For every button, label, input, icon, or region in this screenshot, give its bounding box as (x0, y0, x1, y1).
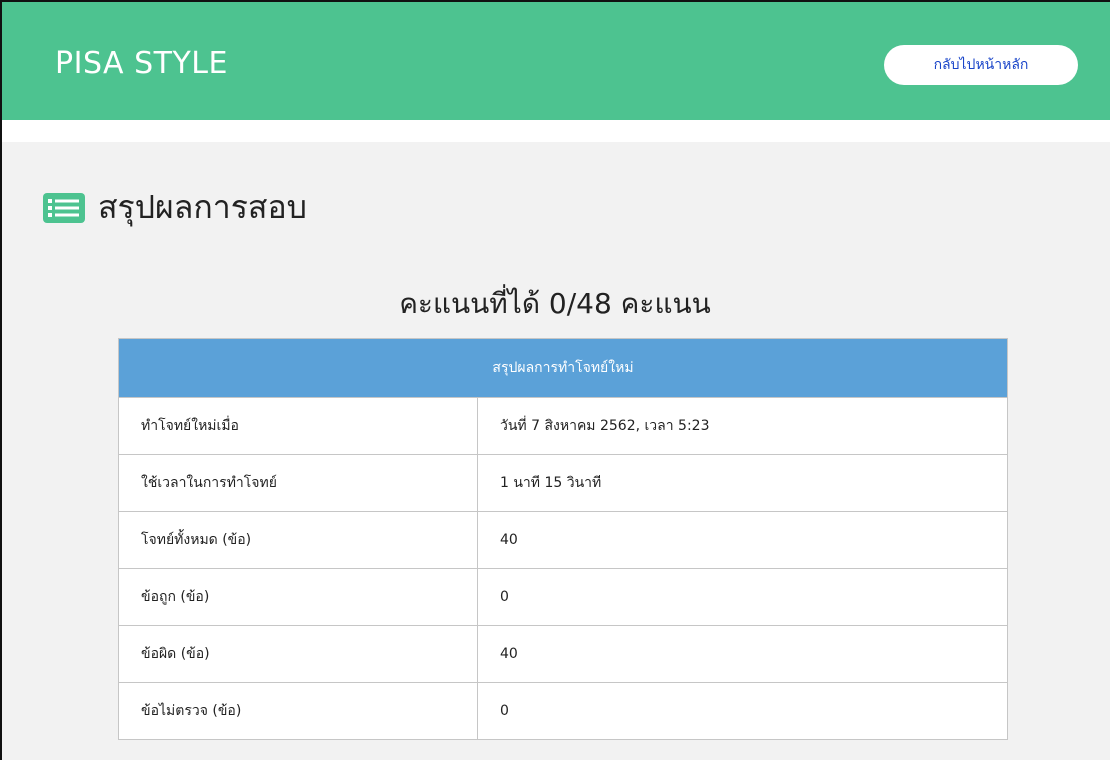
row-value: 1 นาที 15 วินาที (477, 454, 1008, 512)
row-label: ใช้เวลาในการทำโจทย์ (118, 454, 478, 512)
table-row: ทำโจทย์ใหม่เมื่อ วันที่ 7 สิงหาคม 2562, … (118, 397, 1008, 455)
row-label: ข้อถูก (ข้อ) (118, 568, 478, 626)
table-row: โจทย์ทั้งหมด (ข้อ) 40 (118, 511, 1008, 569)
row-label: โจทย์ทั้งหมด (ข้อ) (118, 511, 478, 569)
score-summary: คะแนนที่ได้ 0/48 คะแนน (399, 287, 711, 320)
row-label: ข้อไม่ตรวจ (ข้อ) (118, 682, 478, 740)
page-title: สรุปผลการสอบ (98, 188, 307, 226)
table-row: ข้อผิด (ข้อ) 40 (118, 625, 1008, 683)
table-heading: สรุปผลการทำโจทย์ใหม่ (118, 338, 1008, 398)
row-label: ทำโจทย์ใหม่เมื่อ (118, 397, 478, 455)
table-row: ข้อไม่ตรวจ (ข้อ) 0 (118, 682, 1008, 740)
table-row: ข้อถูก (ข้อ) 0 (118, 568, 1008, 626)
row-value: 40 (477, 625, 1008, 683)
page-heading: สรุปผลการสอบ (42, 182, 307, 233)
row-value: วันที่ 7 สิงหาคม 2562, เวลา 5:23 (477, 397, 1008, 455)
top-bar: PISA STYLE กลับไปหน้าหลัก (2, 2, 1110, 120)
row-value: 0 (477, 568, 1008, 626)
row-label: ข้อผิด (ข้อ) (118, 625, 478, 683)
result-summary-table: สรุปผลการทำโจทย์ใหม่ ทำโจทย์ใหม่เมื่อ วั… (118, 338, 1008, 740)
list-icon (43, 192, 85, 223)
row-value: 40 (477, 511, 1008, 569)
row-value: 0 (477, 682, 1008, 740)
brand-logo: PISA STYLE (55, 46, 228, 81)
table-row: ใช้เวลาในการทำโจทย์ 1 นาที 15 วินาที (118, 454, 1008, 512)
back-to-home-button[interactable]: กลับไปหน้าหลัก (884, 45, 1078, 85)
